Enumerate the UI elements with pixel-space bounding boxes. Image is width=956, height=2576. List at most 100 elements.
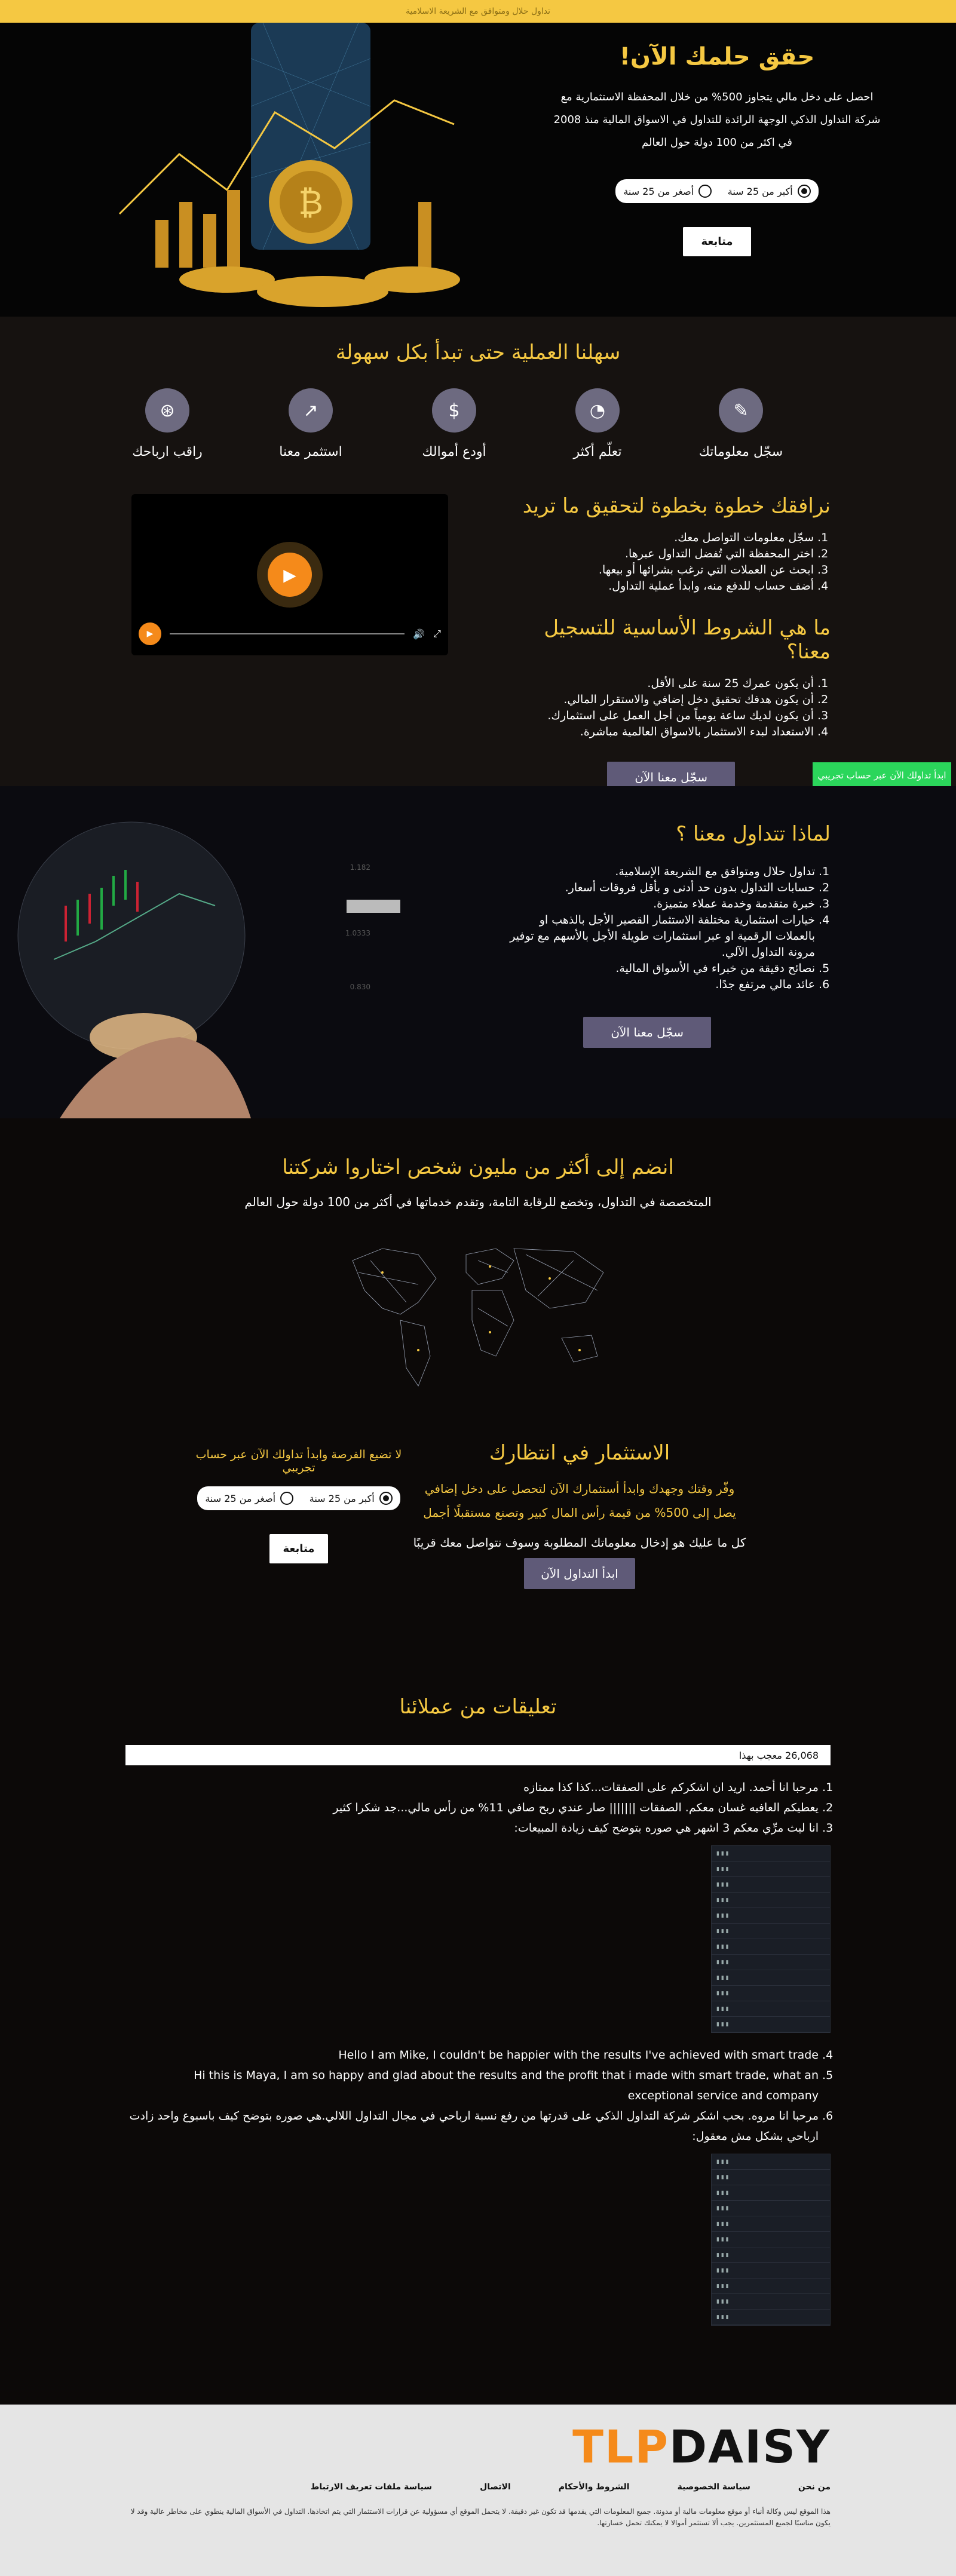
step-label: تعلّم أكثر [573,444,622,459]
list-item: عائد مالي مرتفع جدًا. [508,977,815,993]
play-button[interactable]: ▶ [257,542,323,608]
step-label: أودع أموالك [422,444,486,459]
logo[interactable]: TLPDAISY [572,2420,831,2473]
shot-row: ▮ ▮ ▮ [712,1862,830,1877]
join-section: انضم إلى أكثر من مليون شخص اختاروا شركتن… [0,1118,956,1441]
radio-icon[interactable] [280,1492,294,1505]
shot-row: ▮ ▮ ▮ [712,1908,830,1924]
reviews-list-2: Hello I am Mike, I couldn't be happier w… [125,2045,831,2146]
footer: TLPDAISY من نحن سياسة الخصوصية الشروط وا… [0,2405,956,2576]
step-label: استثمر معنا [279,444,342,459]
video-player[interactable]: ▶ ▶ 🔊 ⤢ [131,494,448,655]
step-item: $ أودع أموالك [397,388,511,459]
top-banner: تداول حلال ومتوافق مع الشريعة الاسلامية [0,0,956,23]
footer-link-privacy[interactable]: سياسة الخصوصية [678,2482,750,2492]
invest-text: كل ما عليك هو إدخال معلوماتك المطلوبة وس… [413,1535,746,1550]
shot-row: ▮ ▮ ▮ [712,2201,830,2216]
demo-account-button[interactable]: ابدأ تداولك الآن عبر حساب تجريبي [813,762,951,789]
list-item: ابحث عن العملات التي ترغب بشرائها أو بيع… [496,562,814,578]
review-item: مرحبا انا مروه. بحب اشكر شركة التداول ال… [125,2106,819,2146]
progress-track[interactable] [170,633,405,634]
how-text-column: نرافقك خطوة بخطوة لتحقيق ما تريد سجّل مع… [496,494,831,793]
shot-row: ▮ ▮ ▮ [712,1970,830,1986]
why-content: لماذا تتداول معنا ؟ تداول حلال ومتوافق م… [508,822,831,1048]
age-over-label: أكبر من 25 سنة [727,185,793,197]
how-body: نرافقك خطوة بخطوة لتحقيق ما تريد سجّل مع… [0,494,956,793]
hero-section: ₿ حقق حلمك الآن! احصل على دخل مالي يتجاو… [0,23,956,317]
why-trade-section: 1.182 1.0333 0.830 لماذا تتداول معنا ؟ تدا… [0,786,956,1118]
shot-row: ▮ ▮ ▮ [712,1986,830,2001]
invest-section: الاستثمار في انتظارك وفّر وقتك وجهدك واب… [0,1441,956,1695]
fullscreen-icon[interactable]: ⤢ [433,628,441,640]
review-item: Hi this is Maya, I am so happy and glad … [125,2065,819,2106]
bitcoin-hero-image: ₿ [0,23,478,317]
radio-icon[interactable] [698,185,712,198]
svg-text:₿: ₿ [298,183,323,222]
age-over-25-option[interactable]: أكبر من 25 سنة [728,185,811,198]
footer-link-about[interactable]: من نحن [798,2482,831,2492]
invest-title: الاستثمار في انتظارك [489,1441,670,1465]
logo-part-a: TLP [572,2420,670,2473]
shot-row: ▮ ▮ ▮ [712,2154,830,2170]
start-trading-button[interactable]: ابدأ التداول الآن [524,1558,635,1589]
shot-row: ▮ ▮ ▮ [712,2017,830,2032]
svg-text:1.182: 1.182 [350,863,370,872]
shot-row: ▮ ▮ ▮ [712,2294,830,2310]
review-item: انا ليث مرِّي معكم 3 اشهر هي صوره بتوضح … [125,1818,819,1838]
shot-row: ▮ ▮ ▮ [712,2232,830,2247]
play-small-icon[interactable]: ▶ [139,622,161,645]
list-item: حسابات التداول بدون حد أدنى و بأقل فروقا… [508,880,815,896]
list-item: أن يكون لديك ساعة يومياً من أجل العمل عل… [496,708,814,724]
footer-link-contact[interactable]: الاتصال [480,2482,511,2492]
demo-text: لا تضيع الفرصة وابدأ تداولك الآن عبر حسا… [195,1448,402,1474]
radio-selected-icon[interactable] [797,185,811,198]
demo-form: لا تضيع الفرصة وابدأ تداولك الآن عبر حسا… [179,1448,418,1563]
step-item: ✎ سجّل معلوماتك [684,388,798,459]
step-title: نرافقك خطوة بخطوة لتحقيق ما تريد [522,494,831,518]
age-selector: أكبر من 25 سنة أصغر من 25 سنة [197,1486,400,1510]
shot-row: ▮ ▮ ▮ [712,1924,830,1939]
review-item: مرحبا انا أحمد. اريد ان اشكركم على الصفق… [125,1777,819,1798]
how-it-works-section: سهلنا العملية حتى تبدأ بكل سهولة ✎ سجّل م… [0,317,956,793]
shot-row: ▮ ▮ ▮ [712,2263,830,2278]
age-under-label: أصغر من 25 سنة [205,1492,276,1504]
list-item: خيارات استثمارية مختلفة الاستثمار القصير… [508,912,815,961]
step-label: راقب ارباحك [132,444,203,459]
step-item: ⊛ راقب ارباحك [111,388,224,459]
hero-description: احصل على دخل مالي يتجاوز 500% من خلال ال… [553,91,881,149]
shot-row: ▮ ▮ ▮ [712,1877,830,1893]
review-screenshot: ▮ ▮ ▮ ▮ ▮ ▮ ▮ ▮ ▮ ▮ ▮ ▮ ▮ ▮ ▮ ▮ ▮ ▮ ▮ ▮ … [711,1845,831,2033]
step-item: ↗ استثمر معنا [254,388,367,459]
list-item: أن يكون عمرك 25 سنة على الأقل. [496,676,814,692]
why-title: لماذا تتداول معنا ؟ [676,822,831,846]
why-list: تداول حلال ومتوافق مع الشريعة الإسلامية.… [508,864,831,993]
pie-chart-icon: ◔ [575,388,620,433]
continue-button[interactable]: متابعة [269,1534,328,1563]
svg-text:1.0333: 1.0333 [345,929,370,937]
register-button[interactable]: سجّل معنا الآن [583,1017,711,1048]
hero-title: حقق حلمك الآن! [619,43,815,70]
volume-icon[interactable]: 🔊 [413,628,425,640]
play-icon: ▶ [268,553,312,597]
likes-box: 26,068 معجب بهذا [125,1745,831,1765]
footer-link-cookies[interactable]: سياسة ملفات تعريف الارتباط [311,2482,432,2492]
footer-link-terms[interactable]: الشروط والأحكام [559,2482,630,2492]
shot-row: ▮ ▮ ▮ [712,1939,830,1955]
shot-row: ▮ ▮ ▮ [712,2216,830,2232]
shot-row: ▮ ▮ ▮ [712,2278,830,2294]
review-screenshot: ▮ ▮ ▮ ▮ ▮ ▮ ▮ ▮ ▮ ▮ ▮ ▮ ▮ ▮ ▮ ▮ ▮ ▮ ▮ ▮ … [711,2154,831,2326]
age-over-25-option[interactable]: أكبر من 25 سنة [310,1492,393,1505]
step-item: ◔ تعلّم أكثر [541,388,654,459]
requirements-list: أن يكون عمرك 25 سنة على الأقل. أن يكون ه… [496,676,831,740]
radio-selected-icon[interactable] [379,1492,393,1505]
shot-row: ▮ ▮ ▮ [712,2170,830,2185]
age-under-25-option[interactable]: أصغر من 25 سنة [205,1492,294,1505]
age-over-label: أكبر من 25 سنة [309,1492,375,1504]
continue-button[interactable]: متابعة [683,227,751,256]
age-under-25-option[interactable]: أصغر من 25 سنة [623,185,712,198]
reviews-list: مرحبا انا أحمد. اريد ان اشكركم على الصفق… [125,1777,831,1838]
list-item: اختر المحفظة التي تُفضل التداول عبرها. [496,546,814,562]
shot-row: ▮ ▮ ▮ [712,1955,830,1970]
reviews-section: تعليقات من عملائنا 26,068 معجب بهذا مرحب… [0,1695,956,2405]
footer-links: من نحن سياسة الخصوصية الشروط والأحكام ال… [311,2482,831,2492]
